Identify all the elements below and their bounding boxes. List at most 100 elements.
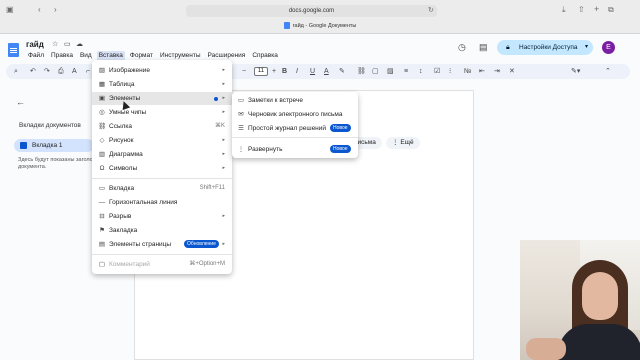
- spellcheck-icon[interactable]: A: [72, 67, 77, 76]
- menu-item-horizontal-line[interactable]: — Горизонтальная линия: [92, 196, 232, 209]
- reload-icon[interactable]: ↻: [428, 6, 434, 16]
- menu-item-label: Таблица: [109, 81, 135, 88]
- undo-icon[interactable]: ↶: [30, 67, 36, 76]
- building-blocks-icon: ▣: [98, 95, 106, 102]
- chip-more-label: Ещё: [400, 139, 414, 146]
- star-icon[interactable]: ☆: [52, 40, 58, 48]
- menu-item-bookmark[interactable]: ⚑ Закладка: [92, 224, 232, 237]
- menu-item-table[interactable]: ▦ Таблица ▸: [92, 78, 232, 91]
- address-bar[interactable]: docs.google.com: [186, 5, 437, 17]
- submenu-arrow-icon: ▸: [222, 241, 225, 247]
- document-title[interactable]: гайд: [26, 40, 44, 49]
- submenu-item-meeting-notes[interactable]: ▭ Заметки к встрече: [232, 94, 358, 107]
- link-icon: ⛓: [98, 123, 107, 130]
- submenu-item-email-draft[interactable]: ✉ Черновик электронного письма: [232, 108, 358, 121]
- active-tab[interactable]: гайд - Google Документы: [0, 22, 640, 29]
- menu-item-label: Ссылка: [109, 123, 133, 130]
- cloud-status-icon: ☁: [76, 41, 83, 48]
- search-menus-icon[interactable]: ⌕: [14, 67, 18, 76]
- paint-format-icon[interactable]: ⌐: [86, 67, 90, 76]
- menu-item-label: Закладка: [109, 227, 138, 234]
- building-blocks-submenu: ▭ Заметки к встрече ✉ Черновик электронн…: [232, 92, 358, 158]
- menu-item-page-elements[interactable]: ▤ Элементы страницы Обновление ▸: [92, 238, 232, 251]
- menu-help[interactable]: Справка: [250, 51, 280, 61]
- menu-item-chart[interactable]: ▥ Диаграмма ▸: [92, 148, 232, 161]
- underline-icon[interactable]: U: [310, 67, 315, 76]
- menu-view[interactable]: Вид: [78, 51, 94, 61]
- menu-item-label: Рисунок: [109, 137, 134, 144]
- print-icon[interactable]: ⎙: [58, 67, 64, 76]
- submenu-arrow-icon: ▸: [222, 67, 225, 73]
- browser-toolbar: ▣ ‹ › docs.google.com ↻ ⤓ ⇧ + ⧉ гайд - G…: [0, 0, 640, 34]
- shortcut: ⌘+Option+M: [189, 261, 225, 267]
- insert-link-icon[interactable]: ⛓: [357, 67, 366, 76]
- menu-item-building-blocks[interactable]: ▣ Элементы ▸: [92, 92, 232, 105]
- checklist-icon[interactable]: ☑: [434, 67, 440, 76]
- forward-icon[interactable]: ›: [54, 5, 57, 15]
- menu-item-symbols[interactable]: Ω Символы ▸: [92, 162, 232, 175]
- add-comment-icon[interactable]: ▢: [372, 67, 379, 76]
- sidebar-toggle-icon[interactable]: ▣: [6, 5, 14, 15]
- webcam-person-hand: [526, 338, 566, 360]
- tab-icon: [20, 142, 27, 149]
- decrease-font-icon[interactable]: −: [242, 67, 246, 76]
- avatar[interactable]: E: [602, 41, 615, 54]
- menu-file[interactable]: Файл: [26, 51, 46, 61]
- bulleted-list-icon[interactable]: ⁝: [449, 67, 451, 76]
- menu-item-image[interactable]: ▨ Изображение ▸: [92, 64, 232, 77]
- submenu-item-decision-log[interactable]: ☰ Простой журнал решений Новое: [232, 122, 358, 135]
- numbered-list-icon[interactable]: №: [464, 67, 472, 76]
- insert-image-icon[interactable]: ▨: [387, 67, 394, 76]
- menu-divider: [92, 178, 232, 179]
- collapse-toolbar-icon[interactable]: ⌃: [605, 67, 611, 76]
- line-spacing-icon[interactable]: ↕: [419, 67, 423, 76]
- sidebar-tab-1[interactable]: Вкладка 1: [14, 139, 94, 152]
- increase-indent-icon[interactable]: ⇥: [494, 67, 500, 76]
- share-icon[interactable]: ⇧: [578, 5, 585, 15]
- chevron-down-icon[interactable]: ▾: [585, 40, 588, 55]
- menu-edit[interactable]: Правка: [49, 51, 75, 61]
- decrease-indent-icon[interactable]: ⇤: [479, 67, 485, 76]
- download-icon[interactable]: ⤓: [562, 5, 566, 15]
- menu-item-tab[interactable]: ▭ Вкладка Shift+F11: [92, 182, 232, 195]
- more-chip[interactable]: ⋮ Ещё: [386, 137, 420, 149]
- docs-logo-icon[interactable]: [8, 43, 19, 57]
- tab-overview-icon[interactable]: ⧉: [608, 5, 614, 15]
- menu-item-label: Элементы страницы: [109, 241, 172, 248]
- bold-icon[interactable]: B: [282, 67, 287, 76]
- submenu-arrow-icon: ▸: [222, 165, 225, 171]
- align-icon[interactable]: ≡: [404, 67, 408, 76]
- history-icon[interactable]: ◷: [458, 42, 466, 53]
- drawing-icon: ◇: [99, 137, 105, 144]
- menu-item-label: Изображение: [109, 67, 150, 74]
- editing-mode-icon[interactable]: ✎▾: [571, 67, 580, 76]
- menu-item-drawing[interactable]: ◇ Рисунок ▸: [92, 134, 232, 147]
- decision-log-icon: ☰: [238, 125, 244, 132]
- comments-icon[interactable]: ▤: [479, 42, 488, 53]
- clear-formatting-icon[interactable]: ✕: [509, 67, 515, 76]
- increase-font-icon[interactable]: +: [272, 67, 276, 76]
- text-color-icon[interactable]: A: [324, 67, 329, 76]
- bookmark-icon: ⚑: [99, 227, 105, 234]
- menu-item-smart-chips[interactable]: ◎ Умные чипы ▸: [92, 106, 232, 119]
- back-icon[interactable]: ‹: [38, 5, 41, 15]
- redo-icon[interactable]: ↷: [44, 67, 50, 76]
- image-icon: ▨: [98, 67, 106, 74]
- italic-icon[interactable]: I: [296, 67, 298, 76]
- submenu-arrow-icon: ▸: [222, 95, 225, 101]
- font-size-input[interactable]: 11: [254, 67, 268, 76]
- tab-strip[interactable]: гайд - Google Документы: [0, 20, 640, 34]
- submenu-item-expand[interactable]: ⋮ Развернуть Новое: [232, 143, 358, 156]
- menu-item-break[interactable]: ⊟ Разрыв ▸: [92, 210, 232, 223]
- move-folder-icon[interactable]: ▭: [64, 40, 71, 48]
- meeting-notes-icon: ▭: [237, 97, 245, 104]
- webcam-person-body: [558, 324, 640, 360]
- back-arrow-icon[interactable]: ←: [16, 97, 25, 107]
- menu-item-link[interactable]: ⛓ Ссылка ⌘K: [92, 120, 232, 133]
- highlight-icon[interactable]: ✎: [339, 67, 345, 76]
- omega-icon: Ω: [99, 165, 105, 172]
- share-button[interactable]: 🔒︎ Настройки Доступа ▾: [497, 40, 593, 55]
- new-tab-icon[interactable]: +: [594, 4, 599, 14]
- insert-menu: ▨ Изображение ▸ ▦ Таблица ▸ ▣ Элементы ▸…: [92, 60, 232, 274]
- submenu-item-label: Простой журнал решений: [248, 125, 327, 132]
